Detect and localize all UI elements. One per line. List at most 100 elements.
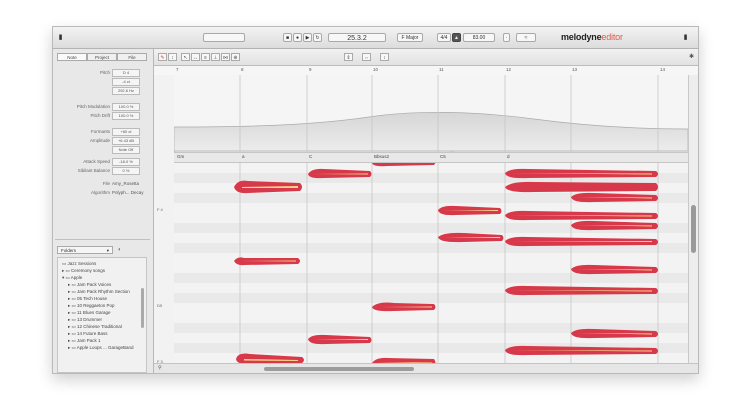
amplitude-tool-icon[interactable]: ≡ — [201, 53, 210, 61]
chord-label[interactable]: Gm — [177, 154, 184, 159]
list-item[interactable]: ▾ ▭ Apple — [62, 275, 82, 281]
bar-number: 9 — [309, 67, 312, 72]
prop-formants: Formants +60 ct — [55, 128, 150, 136]
record-icon[interactable]: ● — [293, 33, 302, 42]
left-panel: Note Project File Pitch D 4 -4 ct 292.6 H… — [53, 49, 154, 373]
bar-number: 10 — [373, 67, 379, 72]
split-tool-icon[interactable]: ⋈ — [221, 53, 230, 61]
pitch-label: D5 — [157, 303, 163, 308]
note-editor: ✎ ↕ ↖ ↔ ≡ ⊥ ⋈ ⊕ ⇕ ⇔ ↕ ✱ 7 8 9 10 11 12 1… — [154, 49, 698, 373]
zoom-vertical-icon[interactable]: ⇕ — [344, 53, 353, 61]
panel-divider[interactable] — [55, 239, 150, 240]
time-tool-icon[interactable]: ↔ — [191, 53, 200, 61]
transport-bar: ▮ ■ ● ▶ ↻ 25.3.2 F Major 4/4 ▲ 83.00 · ≈… — [53, 27, 698, 49]
tempo-tool-icon[interactable]: ⊕ — [231, 53, 240, 61]
prop-frequency: 292.6 Hz — [55, 87, 150, 95]
panel-toggle-icon[interactable]: ▮ — [681, 33, 690, 42]
scroll-thumb[interactable] — [691, 205, 696, 253]
sync-icon[interactable]: ≈ — [516, 33, 536, 42]
list-item[interactable]: ▸ ▭ Jam Pack 1 — [68, 338, 101, 344]
amplitude-field[interactable]: +6.43 dB — [112, 137, 140, 145]
key-display[interactable]: F Major — [397, 33, 423, 42]
chevron-down-icon: ▾ — [106, 248, 109, 253]
zoom-horizontal-icon[interactable]: ↕ — [380, 53, 389, 61]
list-item[interactable]: ▸ ▭ 12 Chinese Traditional — [68, 324, 122, 330]
position-display[interactable]: 25.3.2 — [328, 33, 386, 42]
prop-note-off: Note Off — [55, 146, 150, 154]
prop-algorithm: Algorithm Polyph... Decay — [90, 189, 144, 196]
note-off-field[interactable]: Note Off — [112, 146, 140, 154]
pitch-ruler[interactable]: F 4 D5 F 3 — [154, 75, 175, 364]
pitch-tool-icon[interactable]: ↕ — [168, 53, 177, 61]
cycle-icon[interactable]: ↻ — [313, 33, 322, 42]
tab-project[interactable]: Project — [87, 53, 117, 61]
pointer-tool-icon[interactable]: ↖ — [181, 53, 190, 61]
chord-label[interactable]: Bbsus2 — [374, 154, 389, 159]
bar-number: 12 — [506, 67, 512, 72]
list-item[interactable]: ▸ ▭ 14 Future Bass — [68, 331, 108, 337]
time-signature[interactable]: 4/4 — [437, 33, 451, 42]
chord-track[interactable]: Gm a C Bbsus2 C5 d — [174, 152, 688, 163]
chord-label[interactable]: C — [309, 154, 312, 159]
settings-icon[interactable]: ✱ — [689, 53, 694, 60]
back-icon[interactable]: ◐ — [118, 246, 128, 254]
list-item[interactable]: ▭ Jazz Sessions — [62, 261, 96, 267]
bar-number: 7 — [176, 67, 179, 72]
zoom-icon[interactable]: ⚲ — [158, 365, 162, 371]
file-browser-tree: ▭ Jazz Sessions ▸ ▭ Ceremony songs ▾ ▭ A… — [57, 257, 147, 373]
prop-pitch-cents: -4 ct — [55, 78, 150, 86]
formant-tool-icon[interactable]: ⊥ — [211, 53, 220, 61]
main-tool-icon[interactable]: ✎ — [158, 53, 167, 61]
list-item[interactable]: ▸ ▭ Apple Loops ... GarageBand — [68, 345, 134, 351]
prop-pitch: Pitch D 4 — [55, 69, 150, 77]
note-blob[interactable] — [505, 181, 658, 193]
chord-label[interactable]: a — [242, 154, 245, 159]
zoom-fit-icon[interactable]: ⇔ — [362, 53, 371, 61]
chord-label[interactable]: C5 — [440, 154, 446, 159]
tempo-menu-icon[interactable]: · — [503, 33, 510, 42]
play-icon[interactable]: ▶ — [303, 33, 312, 42]
metronome-icon[interactable]: ▲ — [452, 33, 461, 42]
list-item[interactable]: ▸ ▭ Ceremony songs — [62, 268, 105, 274]
chord-label[interactable]: d — [507, 154, 510, 159]
tempo-display[interactable]: 83.00 — [463, 33, 495, 42]
pitch-modulation-field[interactable]: 100.0 % — [112, 103, 140, 111]
editor-toolbar: ✎ ↕ ↖ ↔ ≡ ⊥ ⋈ ⊕ ⇕ ⇔ ↕ ✱ — [154, 49, 698, 66]
list-item[interactable]: ▸ ▭ Jam Pack Rhythm Section — [68, 289, 130, 295]
formants-field[interactable]: +60 ct — [112, 128, 140, 136]
tab-file[interactable]: File — [117, 53, 147, 61]
frequency-field[interactable]: 292.6 Hz — [112, 87, 140, 95]
vertical-scrollbar[interactable] — [688, 75, 698, 363]
folders-dropdown[interactable]: Folders ▾ — [57, 246, 113, 254]
file-name: Amy_Rosetta — [112, 181, 140, 186]
inspector-tabs: Note Project File — [57, 53, 147, 61]
sidebar-toggle-icon[interactable]: ▮ — [57, 33, 64, 42]
list-item[interactable]: ▸ ▭ 11 Blues Garage — [68, 310, 110, 316]
app-window: ▮ ■ ● ▶ ↻ 25.3.2 F Major 4/4 ▲ 83.00 · ≈… — [52, 26, 699, 374]
prop-pitch-drift: Pitch Drift 100.0 % — [55, 112, 150, 120]
list-item[interactable]: ▸ ▭ 05 Tech House — [68, 296, 107, 302]
list-item[interactable]: ▸ ▭ Jam Pack Voices — [68, 282, 111, 288]
scroll-thumb[interactable] — [264, 367, 414, 371]
algorithm-name[interactable]: Polyph... Decay — [112, 189, 144, 196]
list-item[interactable]: ▸ ▭ 13 Drummer — [68, 317, 102, 323]
pitch-label: F 4 — [157, 207, 163, 212]
prop-attack-speed: Attack Speed -18.0 % — [55, 158, 150, 166]
prop-sibilant-balance: Sibilant Balance 0 % — [55, 167, 150, 175]
tree-scrollbar[interactable] — [141, 288, 144, 328]
prop-pitch-modulation: Pitch Modulation 100.0 % — [55, 103, 150, 111]
pitch-drift-field[interactable]: 100.0 % — [112, 112, 140, 120]
prop-amplitude: Amplitude +6.43 dB — [55, 137, 150, 145]
sibilant-balance-field[interactable]: 0 % — [112, 167, 140, 175]
volume-slider[interactable] — [203, 33, 245, 42]
note-grid[interactable] — [174, 75, 688, 363]
tab-note[interactable]: Note — [57, 53, 87, 61]
stop-icon[interactable]: ■ — [283, 33, 292, 42]
horizontal-scrollbar[interactable]: ⚲ — [154, 363, 698, 373]
attack-speed-field[interactable]: -18.0 % — [112, 158, 140, 166]
bar-number: 11 — [439, 67, 444, 72]
prop-file: File Amy_Rosetta — [102, 181, 140, 186]
list-item[interactable]: ▸ ▭ 10 Reggaeton Pop — [68, 303, 115, 309]
pitch-field[interactable]: D 4 — [112, 69, 140, 77]
cents-field[interactable]: -4 ct — [112, 78, 140, 86]
